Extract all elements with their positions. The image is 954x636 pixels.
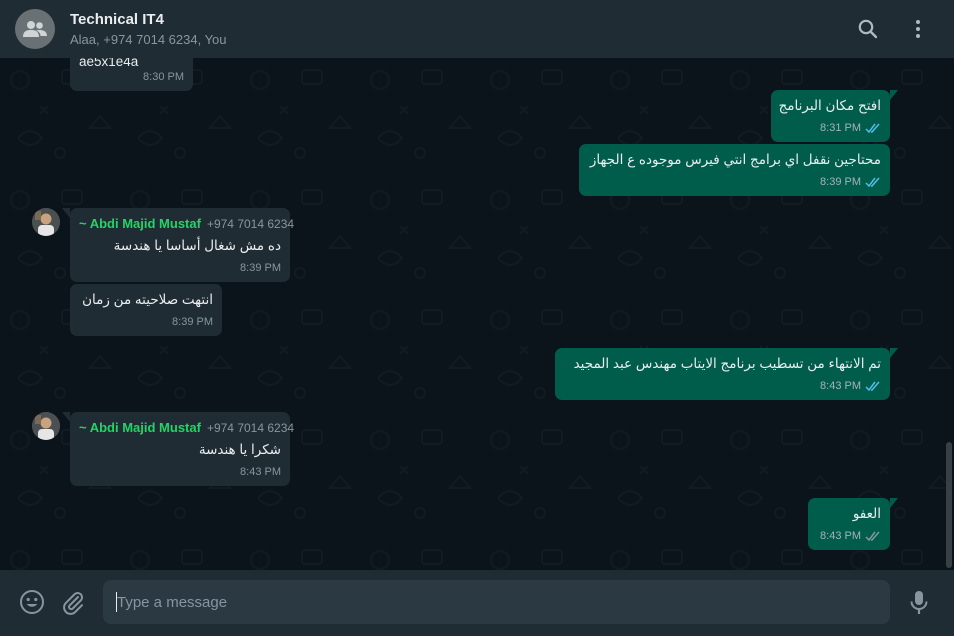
message-text: تم الانتهاء من تسطيب برنامج الايتاب مهند… (573, 356, 881, 371)
emoji-icon[interactable] (19, 589, 45, 620)
message-bubble[interactable]: انتهت صلاحيته من زمان 8:39 PM (70, 284, 222, 336)
message-text: ae5x1e4a (79, 58, 139, 69)
bubble-tail (890, 90, 898, 100)
message-bubble[interactable]: ~ Abdi Majid Mustaf +974 7014 6234 شكرا … (62, 412, 294, 486)
message-input[interactable] (103, 580, 890, 624)
message-meta: 8:39 PM (820, 173, 881, 192)
avatar[interactable] (32, 412, 60, 440)
message-text: افتح مكان البرنامج (778, 98, 881, 113)
group-avatar-icon[interactable] (15, 9, 55, 49)
sender-row: ~ Abdi Majid Mustaf +974 7014 6234 (79, 214, 294, 234)
message-list[interactable]: ae5x1e4a 8:30 PM افتح مكان البرنامج 8:31… (0, 58, 954, 570)
message-bubble[interactable]: ae5x1e4a 8:30 PM (70, 58, 193, 91)
message-composer (0, 570, 954, 636)
message-meta: 8:43 PM (820, 377, 881, 396)
bubble-tail (890, 498, 898, 508)
message-meta: 8:39 PM (240, 259, 281, 278)
message-meta: 8:43 PM (240, 463, 281, 482)
read-receipt-icon (865, 177, 880, 188)
sender-phone: +974 7014 6234 (206, 217, 295, 231)
message-text: محتاجين نقفل اي برامج انتي فيرس موجوده ع… (589, 152, 881, 167)
message-time: 8:39 PM (240, 262, 281, 274)
message-meta: 8:43 PM (820, 527, 881, 546)
message-bubble[interactable]: العفو 8:43 PM (808, 498, 898, 550)
scrollbar[interactable] (946, 442, 952, 568)
bubble-tail (62, 208, 70, 218)
message-bubble[interactable]: تم الانتهاء من تسطيب برنامج الايتاب مهند… (555, 348, 898, 400)
chat-header[interactable]: Technical IT4 Alaa, +974 7014 6234, You (0, 0, 954, 58)
sender-name[interactable]: ~ Abdi Majid Mustaf (79, 418, 201, 437)
sender-name[interactable]: ~ Abdi Majid Mustaf (79, 214, 201, 233)
search-icon[interactable] (856, 17, 880, 41)
message-time: 8:30 PM (143, 71, 184, 83)
attach-icon[interactable] (61, 589, 85, 620)
menu-icon[interactable] (906, 17, 930, 41)
bubble-tail (890, 348, 898, 358)
message-meta: 8:31 PM (820, 119, 881, 138)
text-caret (116, 592, 117, 612)
avatar[interactable] (32, 208, 60, 236)
message-time: 8:39 PM (820, 176, 861, 188)
read-receipt-icon (865, 123, 880, 134)
message-text: انتهت صلاحيته من زمان (82, 292, 213, 307)
bubble-tail (62, 412, 70, 422)
message-bubble[interactable]: ~ Abdi Majid Mustaf +974 7014 6234 ده مش… (62, 208, 294, 282)
message-time: 8:39 PM (172, 316, 213, 328)
read-receipt-icon (865, 381, 880, 392)
message-meta: 8:39 PM (172, 313, 213, 332)
message-text: شكرا يا هندسة (198, 442, 281, 457)
chat-title[interactable]: Technical IT4 (70, 11, 164, 28)
mic-icon[interactable] (907, 589, 931, 620)
message-time: 8:31 PM (820, 122, 861, 134)
message-time: 8:43 PM (820, 380, 861, 392)
message-bubble[interactable]: افتح مكان البرنامج 8:31 PM (771, 90, 898, 142)
message-meta: 8:30 PM (143, 68, 184, 87)
message-time: 8:43 PM (820, 530, 861, 542)
chat-members[interactable]: Alaa, +974 7014 6234, You (70, 32, 227, 47)
sender-phone: +974 7014 6234 (206, 421, 295, 435)
message-time: 8:43 PM (240, 466, 281, 478)
message-bubble[interactable]: محتاجين نقفل اي برامج انتي فيرس موجوده ع… (579, 144, 890, 196)
message-text: ده مش شغال أساسا يا هندسة (113, 238, 281, 253)
delivered-receipt-icon (865, 531, 880, 542)
message-text: العفو (852, 506, 881, 521)
sender-row: ~ Abdi Majid Mustaf +974 7014 6234 (79, 418, 294, 438)
